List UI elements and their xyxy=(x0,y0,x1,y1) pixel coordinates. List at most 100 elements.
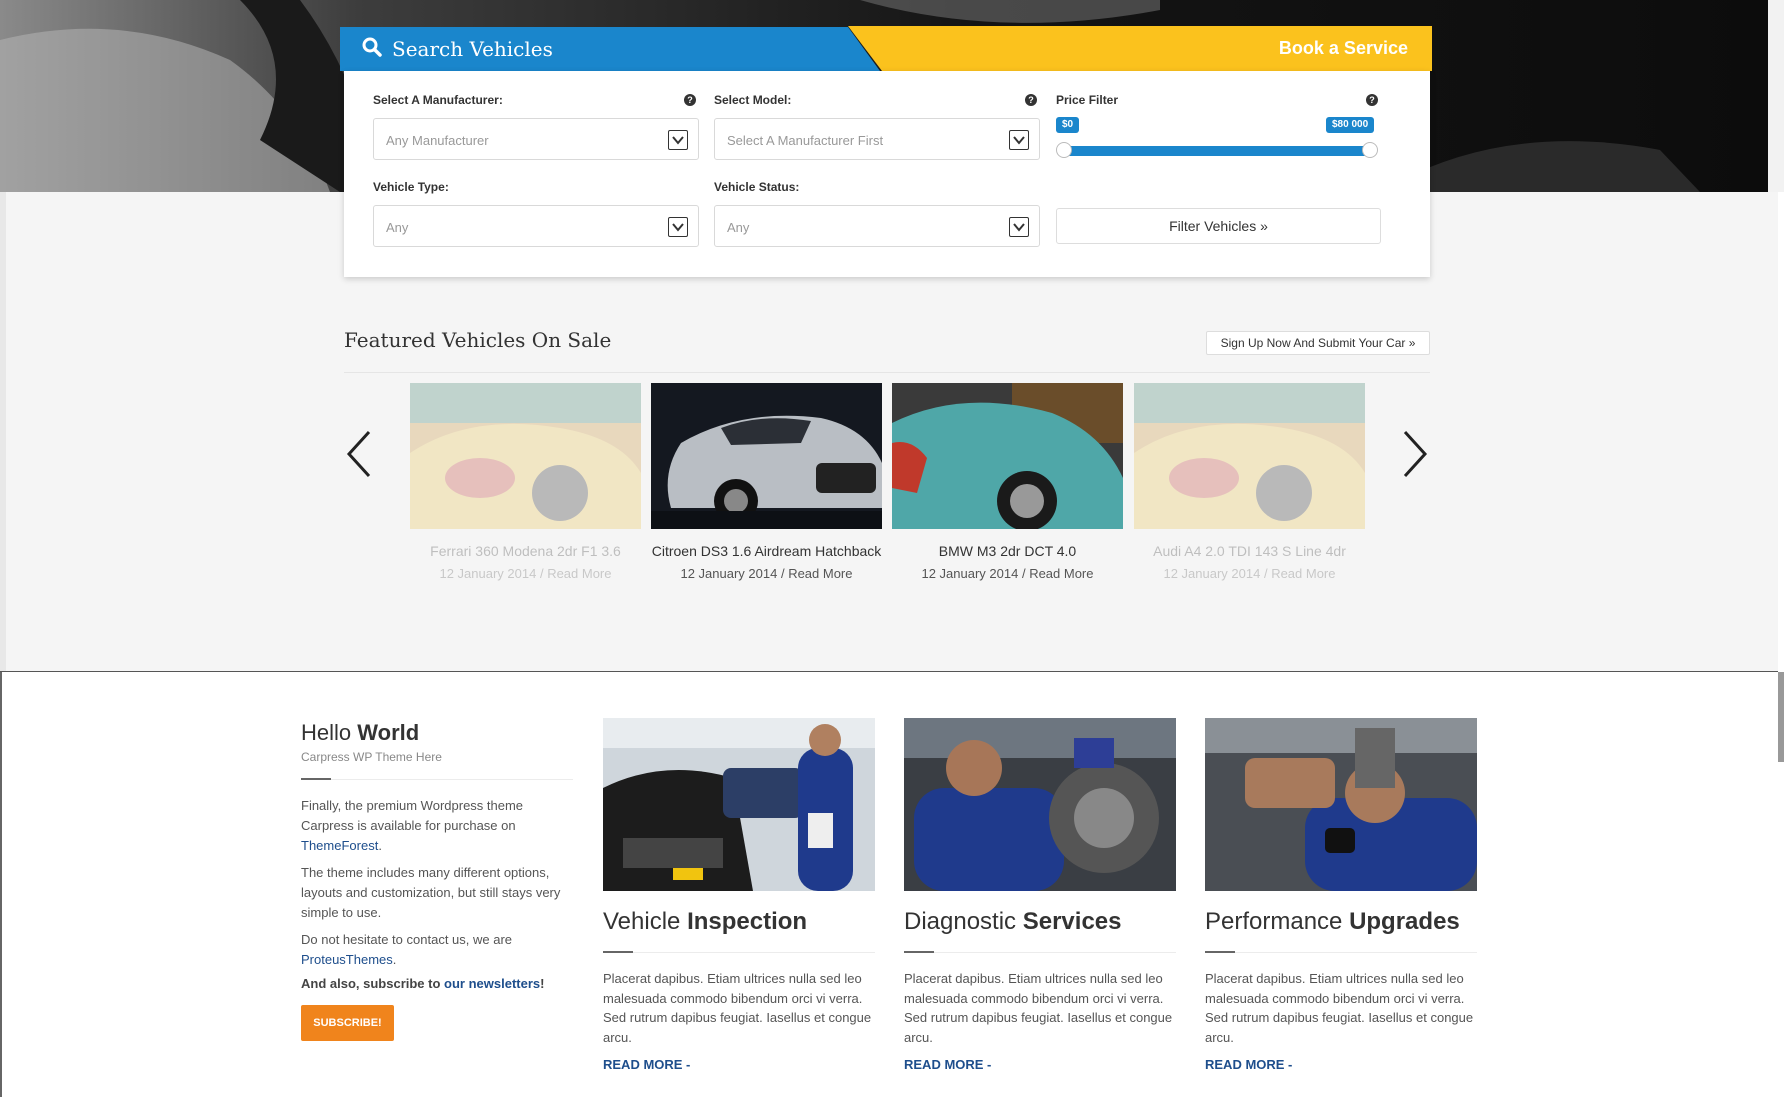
car-name[interactable]: Citroen DS3 1.6 Airdream Hatchback xyxy=(651,542,882,560)
chevron-left-icon[interactable] xyxy=(345,430,375,478)
intro-p3-text: Do not hesitate to contact us, we are xyxy=(301,932,513,947)
featured-title: Featured Vehicles On Sale xyxy=(344,328,612,352)
vehicle-status-select[interactable]: Any xyxy=(714,205,1040,247)
price-max-handle[interactable] xyxy=(1362,142,1378,158)
car-read-more[interactable]: Read More xyxy=(1271,566,1335,581)
price-min-badge: $0 xyxy=(1056,117,1080,133)
car-meta: 12 January 2014 / Read More xyxy=(1163,566,1336,581)
car-date: 12 January 2014 xyxy=(921,566,1019,581)
section-divider xyxy=(0,671,1778,672)
service-title-light: Performance xyxy=(1205,908,1343,935)
vehicle-status-label: Vehicle Status: xyxy=(714,180,800,194)
scrollbar-thumb[interactable] xyxy=(1778,672,1784,762)
car-image[interactable] xyxy=(892,383,1123,529)
help-icon[interactable]: ? xyxy=(684,94,696,106)
section-right-edge xyxy=(1778,192,1784,672)
search-panel: Select A Manufacturer: ? Any Manufacture… xyxy=(344,71,1430,277)
intro-rule xyxy=(301,778,331,780)
price-max-badge: $80 000 xyxy=(1326,117,1375,133)
service-title: Performance Upgrades xyxy=(1205,908,1460,936)
vehicle-type-value: Any xyxy=(386,220,409,235)
search-icon xyxy=(362,37,382,62)
service-divider xyxy=(633,952,875,953)
model-select-value: Select A Manufacturer First xyxy=(727,133,884,148)
car-read-more[interactable]: Read More xyxy=(547,566,611,581)
car-meta: 12 January 2014 / Read More xyxy=(439,566,612,581)
car-name[interactable]: Audi A4 2.0 TDI 143 S Line 4dr xyxy=(1134,542,1365,560)
intro-paragraph-1: Finally, the premium Wordpress theme Car… xyxy=(301,798,524,853)
filter-vehicles-button[interactable]: Filter Vehicles » xyxy=(1056,208,1381,244)
car-read-more[interactable]: Read More xyxy=(788,566,852,581)
manufacturer-select[interactable]: Any Manufacturer xyxy=(373,118,699,160)
chevron-down-icon xyxy=(668,217,688,237)
vehicle-status-value: Any xyxy=(727,220,750,235)
service-image[interactable] xyxy=(1205,718,1477,891)
service-image[interactable] xyxy=(904,718,1176,891)
service-image[interactable] xyxy=(603,718,875,891)
price-min-handle[interactable] xyxy=(1056,142,1072,158)
read-more-link[interactable]: READ MORE - xyxy=(603,1057,690,1072)
price-filter-label: Price Filter xyxy=(1056,93,1119,107)
intro-paragraph-3: Do not hesitate to contact us, we are Pr… xyxy=(301,932,513,967)
price-slider[interactable] xyxy=(1056,142,1378,158)
car-date: 12 January 2014 xyxy=(680,566,778,581)
intro-title-light: Hello xyxy=(301,720,352,745)
service-rule xyxy=(603,951,633,953)
subscribe-button[interactable]: SUBSCRIBE! xyxy=(301,1005,394,1041)
read-more-link[interactable]: READ MORE - xyxy=(1205,1057,1292,1072)
chevron-down-icon xyxy=(1009,217,1029,237)
car-name[interactable]: BMW M3 2dr DCT 4.0 xyxy=(892,542,1123,560)
tab-book-label: Book a Service xyxy=(1278,38,1408,58)
car-date: 12 January 2014 xyxy=(1163,566,1261,581)
vehicle-type-label: Vehicle Type: xyxy=(373,180,449,194)
vehicle-type-select[interactable]: Any xyxy=(373,205,699,247)
intro-title: Hello World xyxy=(301,720,419,746)
car-read-more[interactable]: Read More xyxy=(1029,566,1093,581)
model-label: Select Model: xyxy=(714,93,792,107)
tab-search-vehicles[interactable]: Search Vehicles xyxy=(340,27,880,71)
model-select[interactable]: Select A Manufacturer First xyxy=(714,118,1040,160)
car-image[interactable] xyxy=(1134,383,1365,529)
service-rule xyxy=(1205,951,1235,953)
chevron-down-icon xyxy=(1009,130,1029,150)
car-date: 12 January 2014 xyxy=(439,566,537,581)
car-card[interactable]: BMW M3 2dr DCT 4.0 12 January 2014 / Rea… xyxy=(892,383,1123,581)
intro-paragraph-2: The theme includes many different option… xyxy=(301,865,561,920)
read-more-link[interactable]: READ MORE - xyxy=(904,1057,991,1072)
car-card[interactable]: Audi A4 2.0 TDI 143 S Line 4dr 12 Januar… xyxy=(1134,383,1365,581)
service-text: Placerat dapibus. Etiam ultrices nulla s… xyxy=(603,971,872,1045)
tab-book-service[interactable]: Book a Service xyxy=(848,26,1432,71)
manufacturer-select-value: Any Manufacturer xyxy=(386,133,489,148)
signup-submit-car-button[interactable]: Sign Up Now And Submit Your Car » xyxy=(1206,331,1430,355)
service-rule xyxy=(904,951,934,953)
car-image[interactable] xyxy=(410,383,641,529)
service-divider xyxy=(1235,952,1477,953)
chevron-right-icon[interactable] xyxy=(1399,430,1429,478)
service-title-light: Vehicle xyxy=(603,908,681,935)
themeforest-link[interactable]: ThemeForest xyxy=(301,838,378,853)
car-name[interactable]: Ferrari 360 Modena 2dr F1 3.6 xyxy=(410,542,641,560)
help-icon[interactable]: ? xyxy=(1025,94,1037,106)
manufacturer-label: Select A Manufacturer: xyxy=(373,93,503,107)
subscribe-line: And also, subscribe to our newsletters! xyxy=(301,976,545,991)
car-card[interactable]: Citroen DS3 1.6 Airdream Hatchback 12 Ja… xyxy=(651,383,882,581)
car-image[interactable] xyxy=(651,383,882,529)
intro-divider xyxy=(331,779,573,780)
service-title: Vehicle Inspection xyxy=(603,908,807,936)
service-text: Placerat dapibus. Etiam ultrices nulla s… xyxy=(904,971,1173,1045)
car-card[interactable]: Ferrari 360 Modena 2dr F1 3.6 12 January… xyxy=(410,383,641,581)
chevron-down-icon xyxy=(668,130,688,150)
intro-p1-text: Finally, the premium Wordpress theme Car… xyxy=(301,798,524,833)
featured-divider xyxy=(344,372,1430,373)
service-title-bold: Inspection xyxy=(687,908,808,935)
subscribe-text: And also, subscribe to xyxy=(301,976,441,991)
service-title-bold: Upgrades xyxy=(1349,908,1460,935)
service-title-light: Diagnostic xyxy=(904,908,1017,935)
help-icon[interactable]: ? xyxy=(1366,94,1378,106)
car-meta: 12 January 2014 / Read More xyxy=(921,566,1094,581)
car-meta: 12 January 2014 / Read More xyxy=(680,566,853,581)
intro-title-bold: World xyxy=(357,720,420,745)
newsletters-link[interactable]: our newsletters xyxy=(444,976,540,991)
proteusthemes-link[interactable]: ProteusThemes xyxy=(301,952,393,967)
section-edge xyxy=(0,192,6,672)
